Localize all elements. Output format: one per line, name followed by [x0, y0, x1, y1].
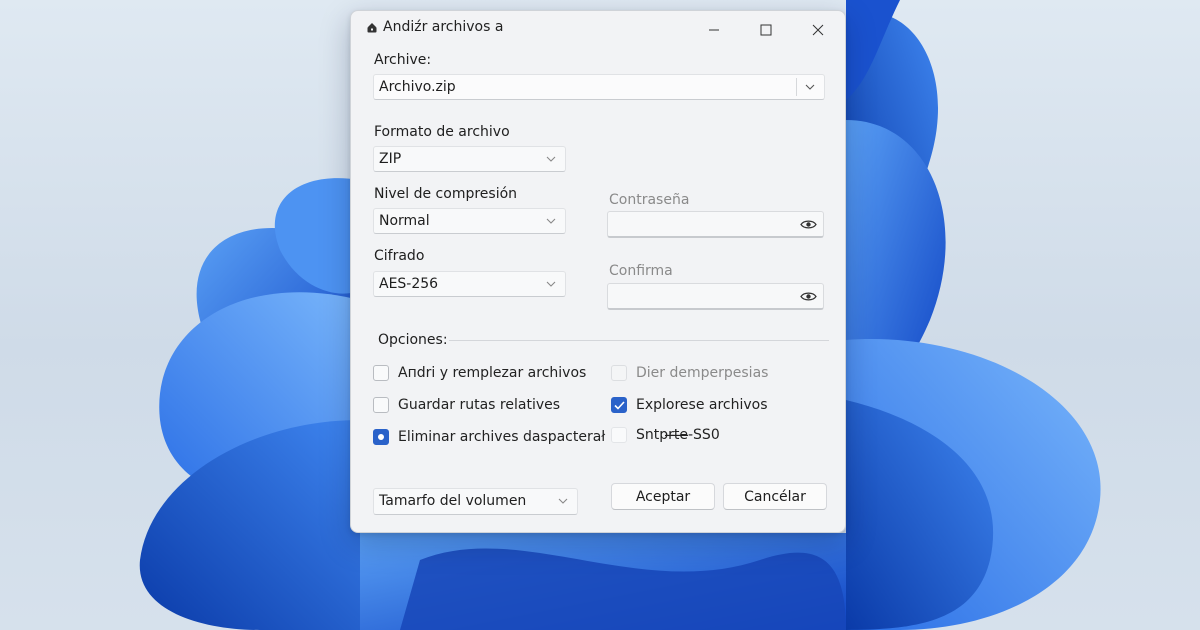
encryption-value: AES-256 — [379, 276, 439, 292]
option-label: Sntpr̶t̶e̶-SS0 — [636, 427, 720, 443]
maximize-button[interactable] — [746, 17, 786, 43]
eye-icon[interactable] — [800, 219, 817, 230]
volume-size-select[interactable]: Tamarfo del volumen — [373, 488, 578, 515]
options-divider — [449, 340, 829, 341]
chevron-down-icon — [805, 84, 815, 90]
window-title: Andiźr archivos a — [383, 19, 504, 35]
option-sfx[interactable]: Sntpr̶t̶e̶-SS0 — [611, 427, 720, 443]
options-label: Opciones: — [378, 332, 448, 348]
close-icon — [812, 24, 824, 36]
cancel-button[interactable]: Cancélar — [723, 483, 827, 510]
option-disabled: Dier demperpesias — [611, 365, 768, 381]
confirm-label: Confirma — [609, 263, 673, 279]
minimize-icon — [709, 29, 719, 31]
checkbox[interactable] — [373, 397, 389, 413]
option-relative-paths[interactable]: Guardar rutas relatives — [373, 397, 560, 413]
format-select[interactable]: ZIP — [373, 146, 566, 172]
add-to-archive-dialog: Andiźr archivos a Archive: Archivo.zip F… — [350, 10, 846, 533]
checkbox[interactable] — [611, 427, 627, 443]
chevron-down-icon — [546, 218, 556, 224]
confirm-password-input[interactable] — [607, 283, 824, 310]
ok-button[interactable]: Aceptar — [611, 483, 715, 510]
chevron-down-icon — [558, 498, 568, 504]
password-label: Contraseña — [609, 192, 690, 208]
password-input[interactable] — [607, 211, 824, 238]
encryption-label: Cifrado — [374, 248, 425, 264]
option-label: Guardar rutas relatives — [398, 397, 561, 413]
checkbox-checked[interactable] — [373, 429, 389, 445]
format-label: Formato de archivo — [374, 124, 510, 140]
compression-value: Normal — [379, 213, 430, 229]
archive-icon — [367, 23, 377, 33]
checkmark-icon — [614, 401, 625, 410]
checkbox — [611, 365, 627, 381]
option-explore-files[interactable]: Explorese archivos — [611, 397, 768, 413]
option-label: Dier demperpesias — [636, 365, 769, 381]
option-delete-files[interactable]: Eliminar archives daspacterał — [373, 429, 605, 445]
archive-combobox[interactable]: Archivo.zip — [373, 74, 825, 100]
chevron-down-icon — [546, 281, 556, 287]
checkbox-checked[interactable] — [611, 397, 627, 413]
volume-size-value: Tamarfo del volumen — [379, 493, 527, 509]
option-label: Explorese archivos — [636, 397, 768, 413]
title-bar[interactable]: Andiźr archivos a — [351, 11, 845, 47]
checkbox[interactable] — [373, 365, 389, 381]
option-add-replace[interactable]: Aпdri y remplezar archivos — [373, 365, 586, 381]
maximize-icon — [760, 24, 772, 36]
archive-value: Archivo.zip — [379, 79, 456, 95]
option-label: Aпdri y remplezar archivos — [398, 365, 587, 381]
format-value: ZIP — [379, 151, 402, 167]
chevron-down-icon — [546, 156, 556, 162]
eye-icon[interactable] — [800, 291, 817, 302]
minimize-button[interactable] — [694, 17, 734, 43]
compression-label: Nivel de compresión — [374, 186, 518, 202]
close-button[interactable] — [798, 17, 838, 43]
archive-label: Archive: — [374, 52, 432, 68]
compression-select[interactable]: Normal — [373, 208, 566, 234]
encryption-select[interactable]: AES-256 — [373, 271, 566, 297]
option-label: Eliminar archives daspacterał — [398, 429, 606, 445]
